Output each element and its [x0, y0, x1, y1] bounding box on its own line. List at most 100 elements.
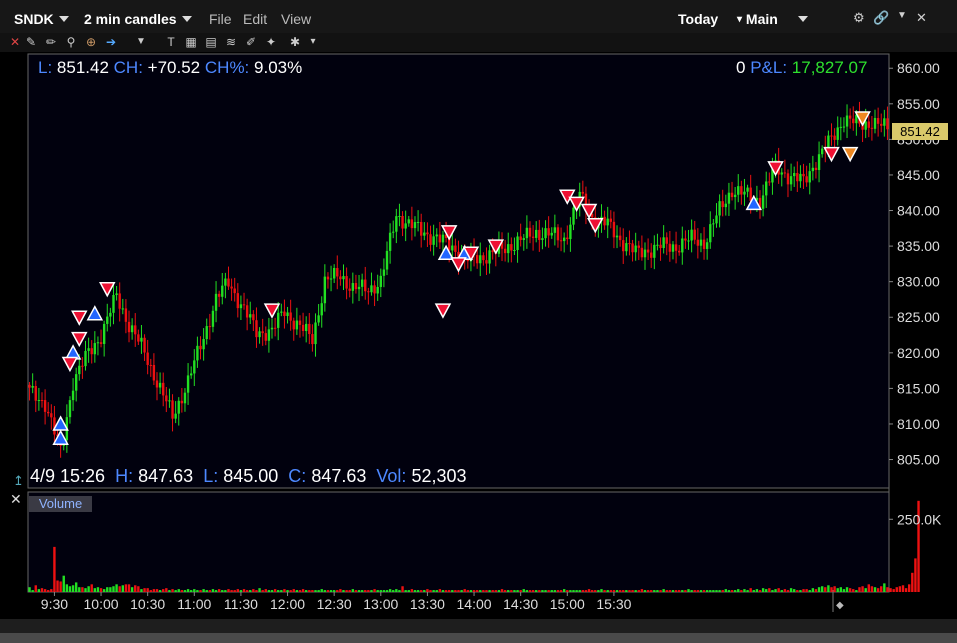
candle-body — [109, 312, 112, 317]
volume-bar — [332, 590, 336, 592]
volume-bar — [845, 587, 849, 592]
volume-bar — [280, 590, 283, 592]
candle-body — [137, 334, 140, 342]
volume-bar — [575, 590, 578, 592]
candle-body — [193, 360, 196, 374]
candle-body — [783, 172, 787, 174]
expand-icon[interactable]: ↥ — [13, 473, 24, 488]
candle-body — [233, 288, 236, 294]
price-tick-label: 860.00 — [897, 60, 940, 76]
volume-axis: 250.0K — [889, 511, 942, 527]
candle-body — [746, 187, 749, 192]
volume-bar — [727, 590, 731, 592]
candle-body — [839, 126, 843, 128]
volume-bar — [96, 587, 100, 592]
volume-bar — [360, 590, 364, 592]
volume-bar — [217, 589, 221, 592]
candle-body — [451, 245, 454, 251]
candle-body — [796, 173, 799, 182]
volume-bar — [186, 589, 190, 592]
candle-body — [423, 232, 426, 236]
volume-bar — [479, 590, 482, 592]
volume-bar — [221, 590, 224, 592]
volume-bar — [308, 590, 311, 592]
candle-body — [264, 333, 267, 341]
volume-bar — [283, 589, 286, 592]
candle-body — [687, 240, 690, 242]
time-tick-label: 11:30 — [224, 596, 258, 612]
candle-body — [870, 127, 874, 129]
volume-bar — [684, 590, 687, 592]
candle-body — [162, 382, 165, 396]
candle-body — [566, 237, 569, 240]
volume-bar — [174, 590, 177, 592]
candle-body — [690, 229, 693, 241]
time-axis: 9:30 10:00 10:30 11:00 11:30 12:00 12:30 13:00 1… — [41, 592, 632, 612]
volume-bar — [47, 590, 50, 592]
candle-body — [535, 229, 538, 238]
volume-bar — [395, 589, 398, 592]
volume-bar — [404, 590, 407, 592]
volume-bar — [118, 586, 121, 592]
volume-bar — [211, 589, 215, 592]
candle-body — [155, 380, 159, 388]
change: +70.52 — [147, 58, 201, 77]
candle-body — [323, 276, 327, 304]
volume-bar — [304, 590, 308, 592]
candle-body — [852, 118, 855, 124]
volume-bar — [258, 588, 261, 592]
candle-body — [653, 244, 656, 258]
price-chart[interactable]: 860.00855.00850.00845.00840.00835.00830.… — [0, 0, 957, 619]
time-tick-label: 12:30 — [317, 596, 352, 612]
volume-bar — [84, 588, 87, 592]
volume-bar — [152, 589, 156, 592]
volume-bar — [245, 590, 249, 592]
candle-body — [376, 286, 379, 294]
candle-body — [280, 311, 283, 313]
volume-bar — [491, 590, 494, 592]
volume-bar — [618, 590, 622, 592]
candle-body — [842, 126, 846, 128]
volume-bar — [401, 586, 404, 592]
candle-body — [845, 115, 849, 127]
candle-body — [37, 400, 41, 402]
volume-bar — [158, 590, 162, 592]
candle-body — [152, 365, 156, 381]
candle-body — [183, 392, 187, 404]
close-volume-icon[interactable]: ✕ — [10, 491, 22, 507]
candle-body — [267, 329, 271, 341]
volume-bar — [37, 589, 41, 592]
volume-bar — [883, 583, 886, 592]
volume-bar — [429, 590, 432, 592]
volume-bar — [827, 585, 830, 592]
candle-body — [721, 201, 724, 208]
candle-body — [199, 345, 202, 350]
volume-bar — [488, 590, 491, 592]
candle-body — [404, 223, 407, 229]
volume-bar — [252, 589, 255, 592]
candle-body — [364, 279, 367, 292]
volume-bar — [908, 584, 911, 592]
price-tick-label: 810.00 — [897, 416, 940, 432]
candle-body — [650, 252, 653, 258]
candle-body — [388, 232, 392, 251]
candle-body — [40, 400, 44, 402]
volume-bar — [376, 590, 379, 592]
candle-body — [628, 243, 631, 245]
volume-bar — [317, 590, 320, 592]
price-tick-label: 825.00 — [897, 309, 940, 325]
volume-bar — [824, 587, 827, 592]
volume-bar — [457, 590, 460, 592]
volume-bar — [768, 588, 771, 592]
candle-body — [385, 250, 389, 270]
volume-bar — [833, 586, 836, 592]
timeline-scrollbar[interactable] — [0, 619, 957, 633]
volume-bar — [901, 585, 905, 592]
candle-body — [671, 244, 675, 252]
candle-body — [236, 293, 240, 309]
candle-body — [289, 312, 292, 321]
volume-bar — [59, 581, 62, 592]
candle-body — [656, 244, 659, 246]
candle-body — [674, 244, 678, 251]
volume-label[interactable]: Volume — [29, 496, 92, 512]
